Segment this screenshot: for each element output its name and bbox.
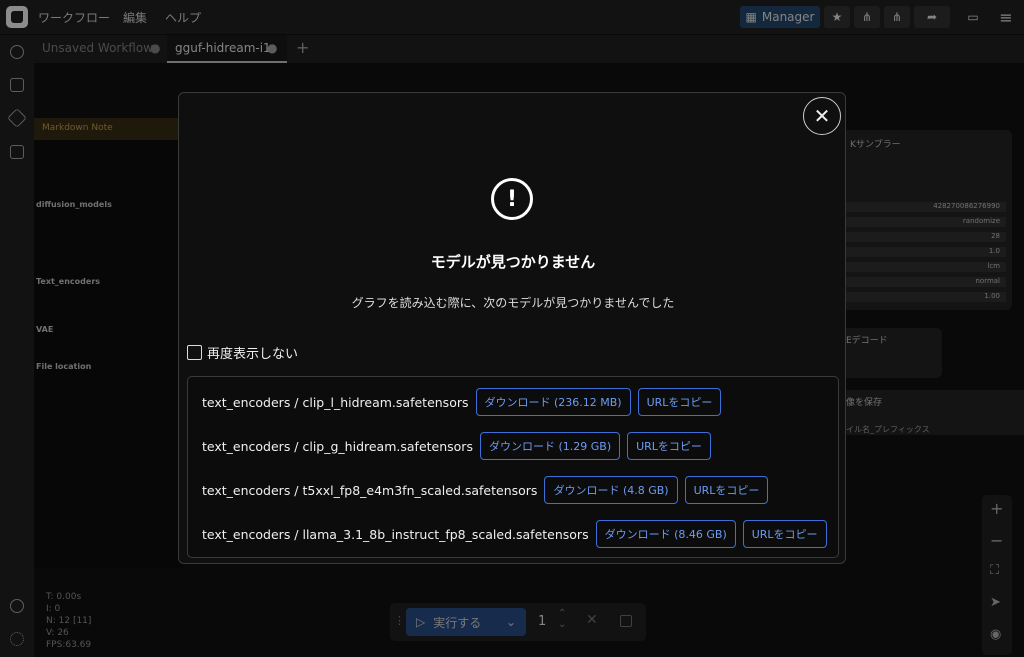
copy-url-button[interactable]: URLをコピー [627,432,711,460]
list-item: text_encoders / t5xxl_fp8_e4m3fn_scaled.… [202,475,769,505]
dont-show-again-row[interactable]: 再度表示しない [187,343,298,362]
download-button[interactable]: ダウンロード (8.46 GB) [595,520,736,548]
dont-show-again-label: 再度表示しない [207,347,299,362]
copy-url-button[interactable]: URLをコピー [637,388,722,416]
dialog-message: グラフを読み込む際に、次のモデルが見つかりませんでした [351,296,675,310]
list-item: text_encoders / llama_3.1_8b_instruct_fp… [202,519,827,549]
model-name: text_encoders / clip_l_hidream.safetenso… [202,394,469,410]
model-name: text_encoders / llama_3.1_8b_instruct_fp… [202,526,589,542]
missing-model-list: text_encoders / clip_l_hidream.safetenso… [187,376,839,558]
copy-url-button[interactable]: URLをコピー [684,476,769,504]
dont-show-again-checkbox[interactable] [187,345,202,360]
download-button[interactable]: ダウンロード (1.29 GB) [479,432,621,460]
dialog-title: モデルが見つかりません [430,253,596,271]
download-button[interactable]: ダウンロード (4.8 GB) [544,476,678,504]
close-icon[interactable]: ✕ [803,97,841,135]
list-item: text_encoders / clip_g_hidream.safetenso… [202,431,711,461]
list-item: text_encoders / clip_l_hidream.safetenso… [202,387,722,417]
model-name: text_encoders / t5xxl_fp8_e4m3fn_scaled.… [202,482,538,498]
download-button[interactable]: ダウンロード (236.12 MB) [475,388,631,416]
copy-url-button[interactable]: URLをコピー [742,520,827,548]
missing-models-dialog: ✕ ! モデルが見つかりません グラフを読み込む際に、次のモデルが見つかりません… [178,92,846,564]
warning-icon: ! [491,178,533,220]
model-name: text_encoders / clip_g_hidream.safetenso… [202,438,473,454]
